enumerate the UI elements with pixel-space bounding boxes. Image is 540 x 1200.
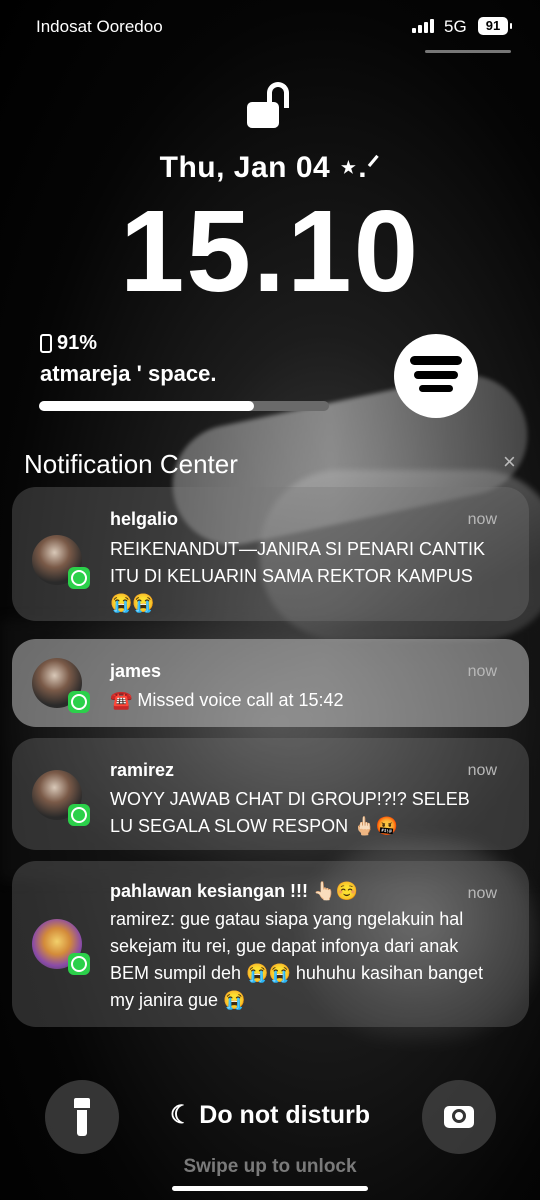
notification-message: REIKENANDUT—JANIRA SI PENARI CANTIK ITU …: [110, 539, 486, 613]
whatsapp-icon: [68, 804, 90, 826]
whatsapp-icon: [68, 691, 90, 713]
status-indicator: [425, 50, 511, 53]
battery-icon: 91: [478, 17, 512, 35]
whatsapp-icon: [68, 567, 90, 589]
spotify-icon[interactable]: [394, 334, 478, 418]
notification-center-title: Notification Center: [24, 449, 238, 479]
battery-widget-icon: [40, 334, 52, 353]
notification-time: now: [467, 762, 497, 779]
whatsapp-icon: [68, 953, 90, 975]
notification-message: WOYY JAWAB CHAT DI GROUP!?!? SELEB LU SE…: [110, 789, 470, 836]
notification-time: now: [467, 885, 497, 902]
signal-icon: [412, 19, 436, 33]
playback-progress-bar[interactable]: [39, 401, 329, 411]
notification-time: now: [467, 663, 497, 680]
notification-sender: pahlawan kesiangan !!! 👆🏻☺️: [110, 881, 358, 901]
notification-sender: helgalio: [110, 509, 179, 529]
notification-card[interactable]: ramirez now WOYY JAWAB CHAT DI GROUP!?!?…: [12, 738, 529, 850]
unlocked-lock-icon: [247, 82, 297, 132]
battery-widget-value: 91%: [57, 332, 98, 354]
now-playing-title[interactable]: atmareja ' space.: [40, 361, 216, 387]
carrier-name: Indosat Ooredoo: [36, 17, 163, 36]
moon-icon: ☾: [169, 1101, 193, 1129]
camera-button[interactable]: [422, 1080, 496, 1154]
lockscreen-time[interactable]: 15.10: [0, 187, 540, 316]
notification-sender: ramirez: [110, 760, 175, 780]
swipe-up-hint: Swipe up to unlock: [183, 1156, 357, 1177]
notification-card[interactable]: pahlawan kesiangan !!! 👆🏻☺️ now ramirez:…: [12, 861, 529, 1027]
battery-widget[interactable]: 91%: [40, 332, 97, 355]
notification-sender: james: [110, 661, 162, 681]
status-bar: Indosat Ooredoo 5G 91: [0, 0, 540, 56]
network-type: 5G: [444, 17, 467, 36]
lockscreen-date[interactable]: Thu, Jan 04 ⋆.ᐟ: [0, 150, 540, 185]
playback-progress-fill: [39, 401, 254, 411]
home-indicator[interactable]: [172, 1186, 368, 1191]
notification-time: now: [467, 511, 497, 528]
notification-card[interactable]: helgalio now REIKENANDUT—JANIRA SI PENAR…: [12, 487, 529, 621]
notification-message: ramirez: gue gatau siapa yang ngelakuin …: [110, 909, 484, 1010]
notification-card[interactable]: james now ☎️ Missed voice call at 15:42: [12, 639, 529, 727]
notification-message: ☎️ Missed voice call at 15:42: [110, 690, 344, 710]
focus-mode-label: Do not disturb: [199, 1101, 371, 1129]
close-icon[interactable]: ×: [503, 449, 516, 475]
